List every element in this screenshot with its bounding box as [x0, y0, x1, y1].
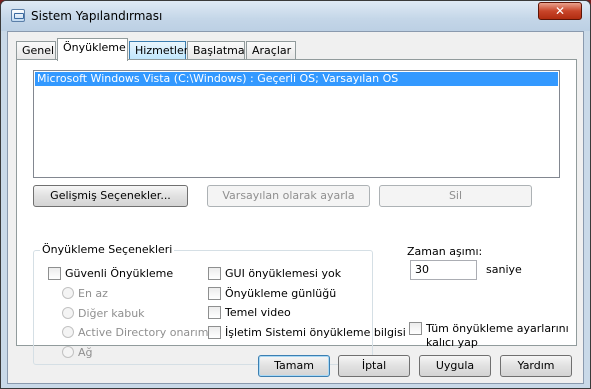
safe-boot-checkbox[interactable]: Güvenli Önyükleme: [48, 267, 173, 281]
checkbox-box[interactable]: [208, 306, 221, 319]
tab-services[interactable]: Hizmetler: [129, 41, 188, 60]
radio-minimal[interactable]: En az: [62, 287, 108, 301]
radio-active-directory-repair[interactable]: Active Directory onarımı: [62, 326, 212, 340]
checkbox-box[interactable]: [409, 322, 422, 335]
os-boot-info-checkbox[interactable]: İşletim Sistemi önyükleme bilgisi: [208, 326, 406, 340]
set-default-button[interactable]: Varsayılan olarak ayarla: [207, 185, 370, 207]
radio-alternate-shell-label: Diğer kabuk: [78, 307, 145, 320]
apply-button[interactable]: Uygula: [419, 355, 491, 377]
radio-circle[interactable]: [62, 307, 74, 319]
boot-log-checkbox[interactable]: Önyükleme günlüğü: [208, 287, 336, 301]
os-boot-info-label: İşletim Sistemi önyükleme bilgisi: [225, 326, 406, 339]
checkbox-box[interactable]: [48, 267, 61, 280]
advanced-options-button[interactable]: Gelişmiş Seçenekler...: [33, 185, 188, 207]
window-title: Sistem Yapılandırması: [31, 9, 163, 23]
no-gui-boot-checkbox[interactable]: GUI önyüklemesi yok: [208, 267, 341, 281]
radio-circle[interactable]: [62, 346, 74, 358]
checkbox-box[interactable]: [208, 267, 221, 280]
msconfig-app-icon: [11, 9, 25, 22]
help-button[interactable]: Yardım: [500, 355, 572, 377]
dialog-body: Genel Önyükleme Hizmetler Başlatma Araçl…: [7, 31, 584, 384]
close-button[interactable]: ✕: [538, 2, 582, 20]
boot-log-label: Önyükleme günlüğü: [225, 287, 337, 300]
radio-minimal-label: En az: [78, 287, 108, 300]
tab-boot[interactable]: Önyükleme: [57, 38, 128, 61]
boot-options-group: Önyükleme Seçenekleri Güvenli Önyükleme …: [33, 243, 406, 365]
safe-boot-label: Güvenli Önyükleme: [65, 267, 174, 280]
tab-startup[interactable]: Başlatma: [187, 41, 245, 60]
radio-network-label: Ağ: [78, 346, 93, 359]
timeout-label: Zaman aşımı:: [407, 245, 483, 258]
make-permanent-label: Tüm önyükleme ayarlarını: [426, 322, 569, 335]
radio-circle[interactable]: [62, 326, 74, 338]
os-list[interactable]: Microsoft Windows Vista (C:\Windows) : G…: [33, 70, 560, 178]
tab-general[interactable]: Genel: [16, 41, 56, 60]
boot-tab-panel: Microsoft Windows Vista (C:\Windows) : G…: [16, 59, 577, 365]
base-video-label: Temel video: [225, 306, 291, 319]
title-bar[interactable]: Sistem Yapılandırması ✕: [1, 1, 590, 31]
timeout-unit: saniye: [486, 263, 522, 276]
radio-network[interactable]: Ağ: [62, 346, 93, 360]
timeout-input[interactable]: 30: [410, 260, 477, 280]
close-icon: ✕: [554, 4, 566, 18]
make-permanent-label-line2: kalıcı yap: [426, 336, 478, 349]
radio-alternate-shell[interactable]: Diğer kabuk: [62, 307, 145, 321]
system-configuration-window: Sistem Yapılandırması ✕ Genel Önyükleme …: [0, 0, 591, 389]
boot-options-title: Önyükleme Seçenekleri: [40, 243, 175, 256]
checkbox-box[interactable]: [208, 326, 221, 339]
base-video-checkbox[interactable]: Temel video: [208, 306, 291, 320]
cancel-button[interactable]: İptal: [338, 355, 410, 377]
no-gui-boot-label: GUI önyüklemesi yok: [225, 267, 342, 280]
ok-button[interactable]: Tamam: [258, 355, 330, 377]
radio-circle[interactable]: [62, 287, 74, 299]
tab-tools[interactable]: Araçlar: [246, 41, 296, 60]
make-permanent-checkbox[interactable]: Tüm önyükleme ayarlarını: [409, 322, 569, 336]
os-list-item[interactable]: Microsoft Windows Vista (C:\Windows) : G…: [35, 72, 558, 86]
checkbox-box[interactable]: [208, 287, 221, 300]
delete-button[interactable]: Sil: [379, 185, 532, 207]
radio-active-directory-repair-label: Active Directory onarımı: [78, 326, 212, 339]
